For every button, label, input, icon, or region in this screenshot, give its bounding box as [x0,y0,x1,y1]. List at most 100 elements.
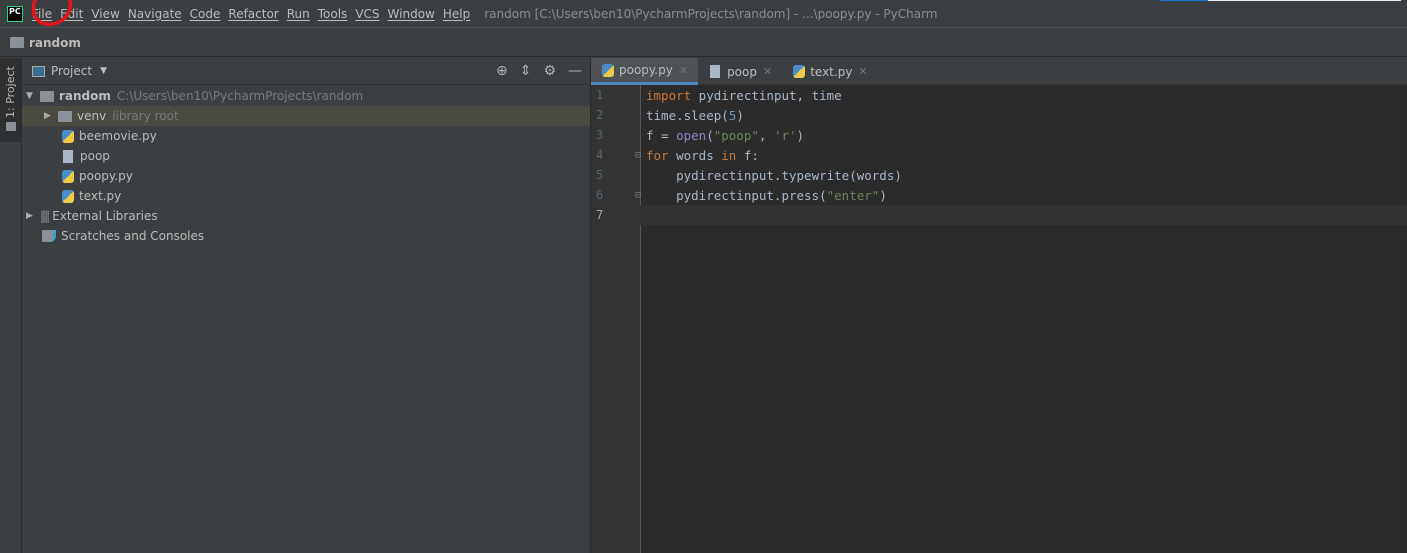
code-token: ( [706,127,714,143]
tree-item-poopy[interactable]: poopy.py [22,166,590,186]
collapse-all-icon[interactable]: ⇕ [520,63,532,79]
python-file-icon [602,63,614,77]
code-token: ) [736,107,744,123]
menu-code[interactable]: Code [190,7,221,21]
breadcrumb-project[interactable]: random [29,36,81,50]
python-file-icon [62,189,74,203]
tree-item-external-libraries[interactable]: ▶ |||| External Libraries [22,206,590,226]
text-file-icon [710,65,721,78]
code-token: open [676,127,707,143]
line-number: 2 [596,108,604,122]
menu-vcs[interactable]: VCS [355,7,379,21]
tab-text-py[interactable]: text.py ✕ [782,58,877,85]
code-token: "poop" [713,127,759,143]
tree-label: Scratches and Consoles [61,229,205,243]
tree-label: poopy.py [79,169,133,183]
minimize-icon[interactable]: — [568,63,582,79]
folder-icon [58,110,72,122]
code-line: 5 pydirectinput.typewrite(words) [591,165,1407,185]
scratches-icon [42,230,56,242]
close-icon[interactable]: ✕ [763,65,772,78]
code-line: 1 import pydirectinput, time [591,85,1407,105]
locate-icon[interactable]: ⊕ [496,63,508,79]
tool-window-strip: 1: Project [0,58,22,553]
code-token: f: [736,147,759,163]
folder-icon [6,122,16,131]
code-token: for [646,147,669,163]
menu-tools[interactable]: Tools [318,7,348,21]
code-token: import [646,87,692,103]
tree-item-beemovie[interactable]: beemovie.py [22,126,590,146]
gear-icon[interactable]: ⚙ [543,63,556,79]
python-file-icon [62,169,74,183]
code-token: 'r' [773,127,797,143]
line-number: 7 [591,205,641,225]
tab-label: poopy.py [619,63,673,77]
tree-item-random[interactable]: ▼ random C:\Users\ben10\PycharmProjects\… [22,86,590,106]
collapsed-arrow-icon[interactable]: ▶ [44,111,58,121]
collapsed-arrow-icon[interactable]: ▶ [26,211,40,221]
progress-bar [1160,0,1401,1]
tree-path-hint: C:\Users\ben10\PycharmProjects\random [116,89,364,103]
project-panel-header: Project ▼ ⊕ ⇕ ⚙ — [22,58,590,85]
menu-view[interactable]: View [91,7,119,21]
tree-label: beemovie.py [79,129,157,143]
navigation-bar: random [0,29,1407,57]
code-token: pydirectinput.typewrite(words) [646,167,902,183]
menu-bar: PC File Edit View Navigate Code Refactor… [0,0,1407,28]
line-number: 3 [596,128,604,142]
tree-label: External Libraries [52,209,158,223]
code-token: pydirectinput, time [691,87,842,103]
tree-label: text.py [79,189,122,203]
project-view-selector[interactable]: Project [51,64,92,78]
project-panel: Project ▼ ⊕ ⇕ ⚙ — ▼ random C:\Users\ben1… [22,58,591,553]
tree-hint: library root [112,109,179,123]
code-token: time.sleep( [646,107,729,123]
code-token: in [721,147,737,163]
code-area[interactable]: 1 import pydirectinput, time 2 time.sleep(… [591,85,1407,225]
folder-icon [10,37,24,48]
expand-arrow-icon[interactable]: ▼ [26,91,40,101]
tree-item-scratches[interactable]: Scratches and Consoles [22,226,590,246]
editor-tabs: poopy.py ✕ poop ✕ text.py ✕ [591,58,1407,85]
close-icon[interactable]: ✕ [679,64,688,77]
python-file-icon [62,129,74,143]
menu-run[interactable]: Run [287,7,310,21]
code-token: , [758,127,774,143]
tree-label: venv [77,109,107,123]
line-number: 5 [596,168,604,182]
code-line: 4 ⊟ for words in f: [591,145,1407,165]
folder-icon [40,90,54,102]
code-token: f = [646,127,677,143]
chevron-down-icon[interactable]: ▼ [100,66,107,76]
tree-item-text[interactable]: text.py [22,186,590,206]
code-token: pydirectinput.press( [646,187,827,203]
close-icon[interactable]: ✕ [858,65,867,78]
menu-refactor[interactable]: Refactor [228,7,278,21]
tab-poop[interactable]: poop ✕ [698,58,782,85]
fold-icon[interactable]: ⊟ [635,150,641,161]
code-token: words [668,147,722,163]
project-view-icon [32,65,45,77]
project-tool-tab-label: 1: Project [4,66,17,118]
line-number: 6 [596,188,604,202]
tab-label: text.py [810,64,853,79]
editor: poopy.py ✕ poop ✕ text.py ✕ 1 import pydirec… [591,58,1407,553]
tab-poopy-py[interactable]: poopy.py ✕ [591,58,699,85]
menu-navigate[interactable]: Navigate [128,7,182,21]
project-tool-tab[interactable]: 1: Project [0,58,21,142]
code-line: 6 ⊟ pydirectinput.press("enter") [591,185,1407,205]
code-token: "enter" [826,187,880,203]
tree-item-poop[interactable]: poop [22,146,590,166]
red-circle-annotation [31,0,73,27]
line-number: 1 [596,88,604,102]
menu-help[interactable]: Help [443,7,470,21]
window-title: random [C:\Users\ben10\PycharmProjects\r… [484,6,938,21]
tree-label: poop [80,149,110,163]
tree-item-venv[interactable]: ▶ venv library root [22,106,590,126]
menu-window[interactable]: Window [388,7,435,21]
fold-end-icon[interactable]: ⊟ [635,190,641,201]
code-line: 3 f = open("poop", 'r') [591,125,1407,145]
code-line: 2 time.sleep(5) [591,105,1407,125]
tree-label: random [59,89,111,103]
